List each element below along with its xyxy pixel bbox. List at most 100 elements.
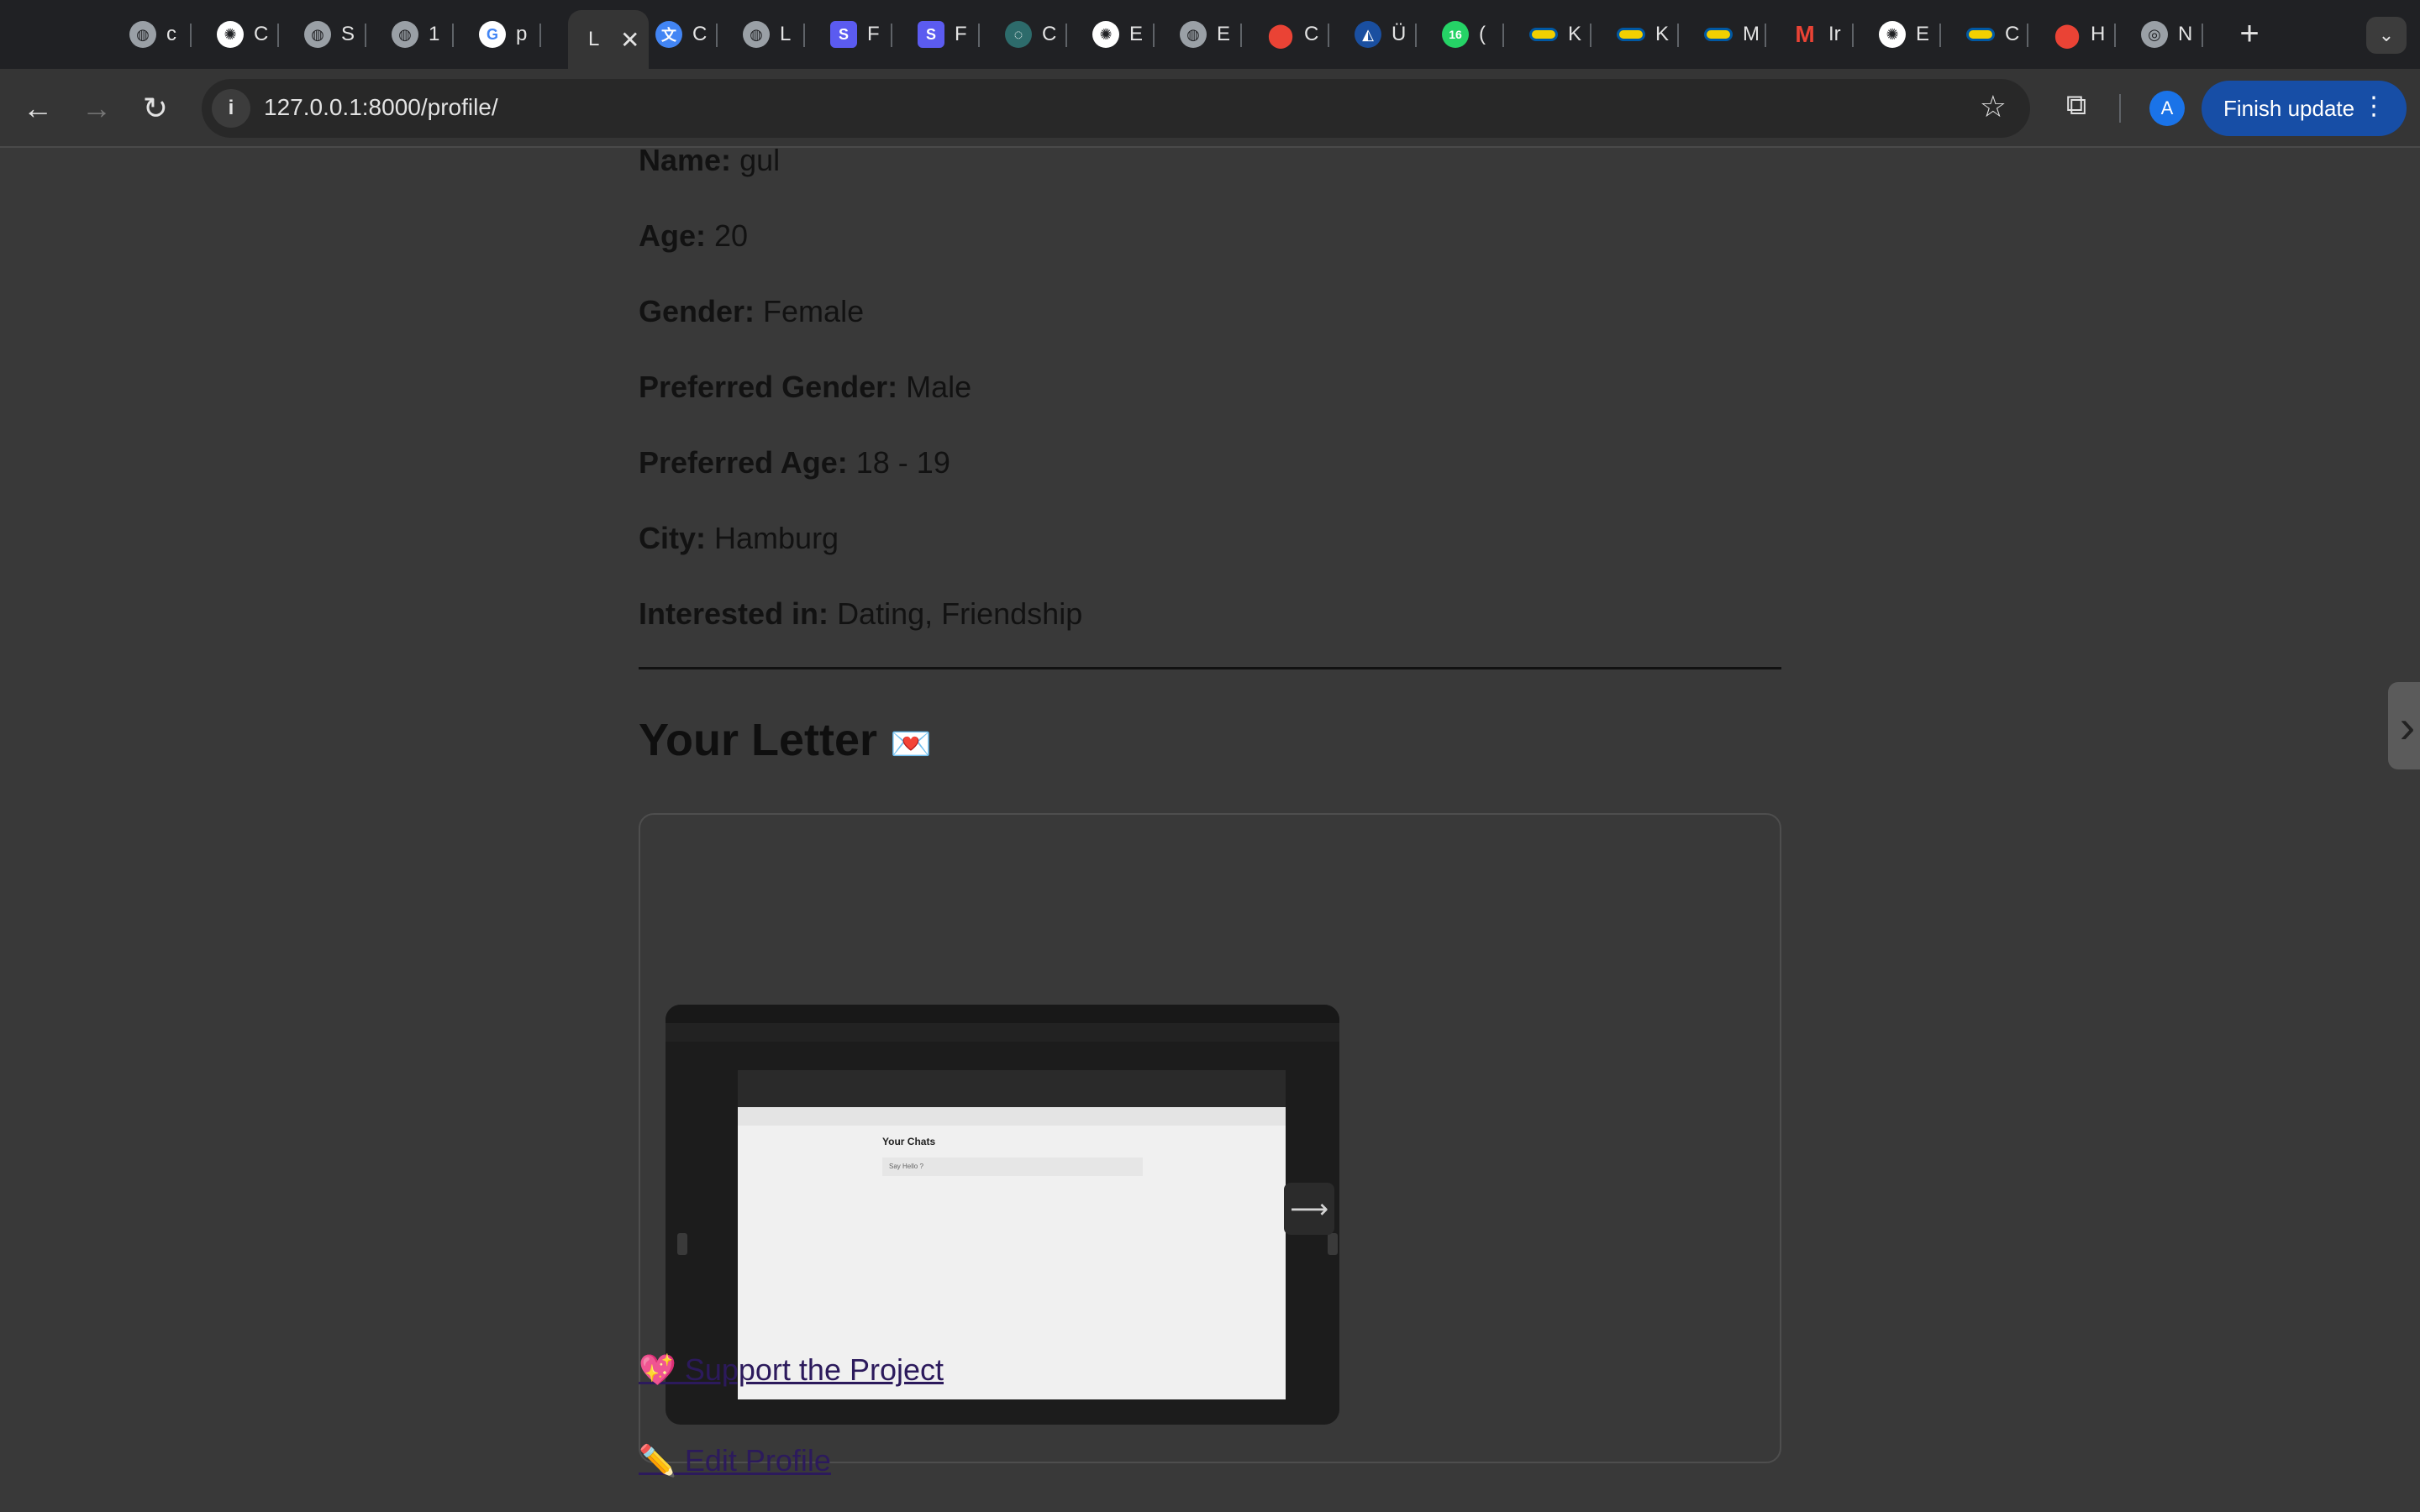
section-divider [639, 667, 1781, 669]
ikea-icon [1529, 28, 1558, 41]
tab-title: p [516, 23, 528, 45]
more-menu-icon[interactable]: ⋮ [2361, 94, 2386, 119]
tab-separator [539, 24, 541, 47]
tab-item[interactable]: C [1941, 12, 2028, 57]
profile-interests-value: Dating, Friendship [837, 596, 1083, 631]
profile-preferred-gender-value: Male [906, 370, 972, 404]
tab-item[interactable]: M [1679, 12, 1766, 57]
address-bar[interactable]: i 127.0.0.1:8000/profile/ ☆ [202, 79, 2030, 138]
profile-interests-label: Interested in: [639, 596, 829, 631]
letter-heading-text: Your Letter [639, 715, 878, 765]
image-arrow-icon: ⟶ [1284, 1183, 1334, 1235]
edit-profile-link[interactable]: ✏️ Edit Profile [639, 1443, 831, 1478]
image-next-handle [1328, 1233, 1338, 1255]
globe-icon: ◍ [129, 21, 156, 48]
tab-item[interactable]: ◍ 1 [366, 12, 454, 57]
ikea-icon [1704, 28, 1733, 41]
love-letter-icon: 💌 [890, 726, 932, 763]
support-project-link[interactable]: 💖 Support the Project [639, 1352, 944, 1388]
tab-title: L [780, 23, 792, 45]
profile-preferred-age-label: Preferred Age: [639, 445, 848, 480]
tab-item[interactable]: Gp [454, 12, 541, 57]
translate-icon: 文 [655, 21, 682, 48]
tab-item[interactable]: M Ir [1766, 12, 1854, 57]
s-icon: S [830, 21, 857, 48]
address-url[interactable]: 127.0.0.1:8000/profile/ [264, 94, 498, 121]
tab-title: E [1217, 23, 1231, 45]
tab-item[interactable]: SF [892, 12, 980, 57]
finish-update-label: Finish update [2223, 95, 2355, 121]
tab-item[interactable]: ◍ L [718, 12, 805, 57]
profile-avatar[interactable]: A [2149, 91, 2185, 126]
profile-city-value: Hamburg [714, 521, 839, 555]
tab-item[interactable]: 16 ( [1417, 12, 1504, 57]
profile-age-value: 20 [714, 218, 749, 253]
profile-gender: Gender: Female [639, 294, 864, 329]
tab-title: K [1655, 23, 1670, 45]
reload-button[interactable]: ↻ [134, 87, 176, 129]
tab-title: K [1568, 23, 1582, 45]
image-toolbar [666, 1023, 1339, 1042]
tab-item[interactable]: 文C [630, 12, 718, 57]
google-icon: G [479, 21, 506, 48]
tab-title: F [867, 23, 880, 45]
tab-item[interactable]: ◭ Ü [1329, 12, 1417, 57]
tab-title: L [588, 28, 600, 50]
sign-icon: ◭ [1355, 21, 1381, 48]
profile-interests: Interested in: Dating, Friendship [639, 596, 1082, 632]
profile-preferred-age: Preferred Age: 18 - 19 [639, 445, 950, 480]
tab-item[interactable]: K [1504, 12, 1591, 57]
tab-title: C [2005, 23, 2020, 45]
tab-item[interactable]: ◍ S [279, 12, 366, 57]
browser-toolbar: ← → ↻ i 127.0.0.1:8000/profile/ ☆ ⧉ A Fi… [0, 69, 2420, 148]
tab-item[interactable]: ⬤ H [2028, 12, 2116, 57]
tab-title: C [1304, 23, 1319, 45]
image-tabstrip [666, 1005, 1339, 1023]
forward-button[interactable]: → [76, 87, 118, 129]
tab-title: F [955, 23, 967, 45]
profile-name-label: Name: [639, 143, 732, 177]
page-content: Name: gul Age: 20 Gender: Female Preferr… [0, 143, 2420, 1512]
new-tab-button[interactable]: + [2232, 17, 2267, 52]
tab-title: Ü [1392, 23, 1407, 45]
bookmark-star-icon[interactable]: ☆ [1980, 89, 2007, 124]
profile-gender-label: Gender: [639, 294, 755, 328]
profile-preferred-gender: Preferred Gender: Male [639, 370, 971, 405]
tab-item[interactable]: ✺ C [192, 12, 279, 57]
openai-icon: ✺ [1879, 21, 1906, 48]
globe-icon: ◍ [304, 21, 331, 48]
tab-item[interactable]: SF [805, 12, 892, 57]
tab-title: N [2178, 23, 2193, 45]
tab-title: C [1042, 23, 1057, 45]
swirl-icon: ◌ [1005, 21, 1032, 48]
tab-item[interactable]: K [1591, 12, 1679, 57]
globe-icon: ◍ [392, 21, 418, 48]
ikea-icon [1966, 28, 1995, 41]
tab-separator [2202, 24, 2203, 47]
finish-update-button[interactable]: Finish update ⋮ [2202, 81, 2407, 136]
tab-item[interactable]: ⬤ C [1242, 12, 1329, 57]
letter-heading: Your Letter 💌 [639, 714, 932, 766]
tab-search-button[interactable]: ⌄ [2366, 17, 2407, 54]
tab-title: H [2091, 23, 2106, 45]
image-chats-heading: Your Chats [882, 1136, 936, 1147]
profile-age-label: Age: [639, 218, 706, 253]
tab-item[interactable]: ◌ C [980, 12, 1067, 57]
whatsapp-icon: 16 [1442, 21, 1469, 48]
back-button[interactable]: ← [17, 87, 59, 129]
tab-item[interactable]: ◎ N [2116, 12, 2203, 57]
profile-preferred-gender-label: Preferred Gender: [639, 370, 898, 404]
tab-item[interactable]: ✺ E [1854, 12, 1941, 57]
tab-item[interactable]: ✺ E [1067, 12, 1155, 57]
site-info-icon[interactable]: i [212, 89, 250, 128]
image-chat-row: Say Hello ? [882, 1158, 1143, 1176]
openai-icon: ✺ [217, 21, 244, 48]
tab-title: 1 [429, 23, 440, 45]
tab-item[interactable]: ◍ c [104, 12, 192, 57]
tab-title: Ir [1828, 23, 1841, 45]
extensions-icon[interactable]: ⧉ [2057, 89, 2096, 128]
profile-preferred-age-value: 18 - 19 [855, 445, 950, 480]
side-panel-handle[interactable]: › [2388, 682, 2420, 769]
image-inner-chrome [738, 1070, 1286, 1107]
tab-item[interactable]: ◍ E [1155, 12, 1242, 57]
